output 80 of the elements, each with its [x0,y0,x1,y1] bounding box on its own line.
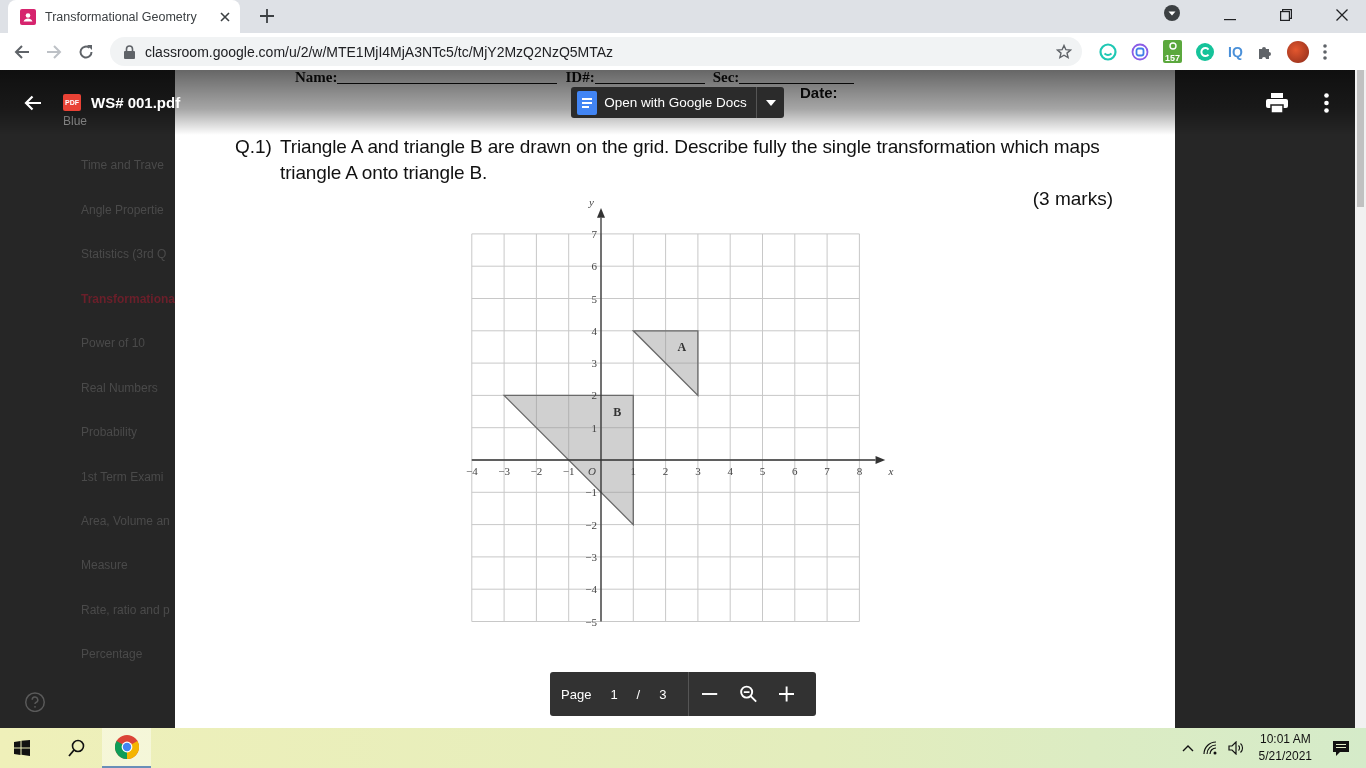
axis-tick-label: −3 [498,465,510,477]
axis-tick-label: 4 [727,465,733,477]
form-field-label: Date: [800,84,838,101]
axis-tick-label: 6 [591,260,597,273]
restore-icon[interactable] [1280,9,1292,21]
axis-tick-label: 2 [591,389,597,402]
scrollbar-thumb[interactable] [1357,70,1364,207]
lock-icon [124,44,135,59]
question-number: Q.1) [235,135,273,159]
axis-tick-label: −5 [585,615,597,628]
origin-label: O [588,465,596,477]
zoom-reset-icon[interactable] [739,685,757,703]
extension-icon[interactable]: 157 [1163,40,1182,63]
axis-tick-label: 7 [591,227,597,240]
topic-link[interactable]: Transformationa [81,291,175,337]
clock-time[interactable]: 10:01 AM [1259,731,1311,748]
browser-tab[interactable]: Transformational Geometry [8,0,240,33]
page-label: Page [561,686,592,702]
close-icon[interactable] [220,11,230,22]
notification-icon[interactable] [1332,739,1350,757]
question-text: Triangle A and triangle B are drawn on the grid. Describe fully the single transformation which maps triangle A onto triangle B. [280,135,1101,185]
axis-tick-label: −4 [585,583,597,596]
axis-tick-label: −1 [585,486,597,499]
axis-tick-label: −2 [585,518,597,531]
marks-label: (3 marks) [1032,187,1113,211]
caret-icon[interactable] [1181,744,1194,752]
axis-tick-label: −4 [465,465,478,477]
document-icon [577,90,598,115]
wifi-icon[interactable] [1202,741,1219,755]
axis-tick-label: 5 [591,292,597,305]
axis-tick-label: 7 [824,465,830,477]
taskbar-app[interactable] [102,728,151,768]
form-field-label: Sec: [712,70,740,84]
close-icon[interactable] [1336,9,1348,21]
profile-avatar[interactable] [1286,40,1309,63]
axis-tick-label: −3 [585,550,597,563]
axis-tick-label: 1 [630,465,637,477]
extension-icon[interactable] [1131,42,1149,61]
axis-tick-label: 3 [591,357,597,370]
extension-button[interactable]: IQ [1228,43,1243,60]
axis-tick-label: 3 [695,465,701,477]
page-number[interactable]: 1 [610,686,618,702]
page-count: 3 [659,686,667,702]
axis-label: x [888,465,894,477]
axis-tick-label: 8 [856,465,863,477]
axis-tick-label: 5 [759,465,766,477]
address-bar[interactable]: classroom.google.com/u/2/w/MTE1MjI4MjA3NTc5/tc/MjY2MzQ2NzQ5MTAz [110,37,1082,66]
dropdown-button[interactable] [755,87,784,118]
axis-tick-label: −1 [562,465,575,477]
axis-tick-label: 4 [591,324,597,337]
form-field-label: Name: [295,70,338,84]
axis-tick-label: −2 [530,465,543,477]
minimize-icon[interactable] [1224,19,1236,21]
print-icon[interactable] [1266,92,1288,113]
profile-dropdown-icon[interactable] [1164,5,1180,21]
axis-tick-label: 6 [792,465,798,477]
page-separator: / [636,686,641,702]
caret-icon [765,99,776,106]
axis-tick-label: 2 [662,465,669,477]
menu-icon[interactable] [1322,43,1327,60]
course-caption: Blue [63,114,89,130]
classroom-icon [20,8,36,25]
file-name: WS# 001.pdf [91,94,181,111]
chrome-icon [114,735,139,759]
star-icon[interactable] [1056,43,1072,60]
axis-tick-label: 1 [591,421,597,434]
open-with-button[interactable]: Open with Google Docs [571,87,756,118]
axis-label: y [589,196,594,209]
new-tab-icon[interactable] [260,9,274,23]
volume-icon[interactable] [1227,741,1244,755]
start-icon[interactable] [14,740,30,756]
zoom-in-icon[interactable] [778,686,794,702]
reload-icon[interactable] [78,43,94,60]
back-icon[interactable] [14,43,30,60]
triangle-label: B [613,404,622,419]
clock-date[interactable]: 5/21/2021 [1258,748,1312,765]
search-icon[interactable] [68,739,86,757]
more-icon[interactable] [1324,92,1329,113]
form-field-label: ID#: [565,70,595,84]
triangle-label: A [677,339,687,354]
